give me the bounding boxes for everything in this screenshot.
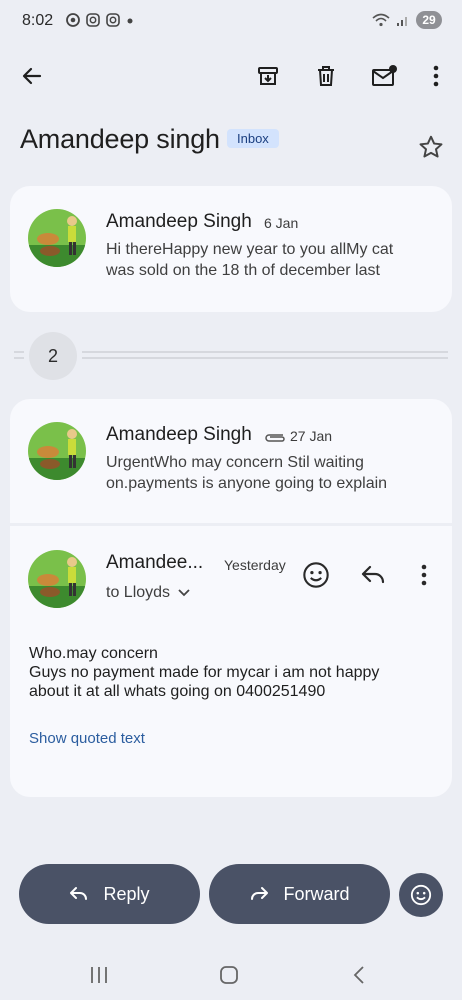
notification-dot-icon [127, 18, 133, 24]
divider-line [82, 357, 448, 359]
message-body: Who.may concern Guys no payment made for… [29, 645, 380, 700]
toolbar [0, 56, 462, 96]
battery-indicator: 29 [416, 11, 442, 29]
mark-unread-button[interactable] [366, 58, 402, 94]
back-nav-button[interactable] [344, 963, 374, 987]
recipient-toggle[interactable]: to Lloyds [106, 584, 190, 602]
recipient-label: to Lloyds [106, 584, 171, 601]
archive-button[interactable] [250, 58, 286, 94]
inbox-label[interactable]: Inbox [227, 129, 279, 148]
trash-icon [318, 66, 334, 86]
reply-label: Reply [103, 883, 150, 904]
sender-name: Amandee... [106, 552, 204, 573]
avatar [28, 550, 86, 608]
snippet-line: Hi thereHappy new year to you allMy cat [106, 241, 394, 258]
instagram-icon [106, 13, 120, 27]
reply-icon [361, 565, 385, 584]
avatar [28, 422, 86, 480]
snippet-line: on.payments is anyone going to explain [106, 475, 388, 492]
message-date: Yesterday [224, 557, 286, 573]
instagram-icon [86, 13, 100, 27]
message-more-button[interactable] [421, 564, 435, 590]
sender-name: Amandeep Singh [106, 211, 252, 232]
avatar-image [28, 422, 86, 480]
home-button[interactable] [214, 963, 244, 987]
reply-action-button[interactable]: Reply [19, 864, 200, 924]
subject-row: Amandeep singh Inbox [20, 118, 448, 164]
emoji-icon [303, 562, 329, 588]
avatar-image [28, 550, 86, 608]
recent-apps-button[interactable] [84, 963, 114, 987]
expanded-message: Amandee... Yesterday to Lloyds Who.may c… [10, 526, 452, 797]
collapsed-messages[interactable]: 2 [14, 330, 448, 380]
forward-action-button[interactable]: Forward [209, 864, 390, 924]
back-arrow-icon [22, 67, 42, 85]
star-icon [419, 135, 443, 158]
status-right: 29 [372, 11, 442, 29]
system-nav-bar [0, 950, 462, 1000]
message-date: 6 Jan [264, 215, 299, 231]
thread-subject: Amandeep singh [20, 124, 220, 154]
forward-label: Forward [283, 883, 350, 904]
delete-button[interactable] [308, 58, 344, 94]
message-date: 27 Jan [290, 428, 333, 444]
message-card[interactable]: Amandeep Singh 6 Jan Hi thereHappy new y… [10, 186, 452, 312]
message-snippet: Hi thereHappy new year to you allMy cat … [106, 239, 393, 281]
snippet-line: was sold on the 18 th of december last [106, 262, 380, 279]
signal-icon [397, 17, 407, 26]
more-vertical-icon [433, 65, 439, 87]
status-time: 8:02 [22, 12, 54, 29]
home-icon [220, 966, 238, 984]
status-bar: 8:02 29 [0, 0, 462, 44]
archive-icon [258, 67, 278, 85]
attachment-icon [265, 434, 285, 442]
avatar-image [28, 209, 86, 267]
star-button[interactable] [418, 134, 448, 164]
divider-line [14, 351, 24, 353]
show-quoted-text-link[interactable]: Show quoted text [29, 730, 145, 747]
emoji-icon [410, 884, 432, 906]
avatar [28, 209, 86, 267]
message-card[interactable]: Amandeep Singh 27 Jan UrgentWho may conc… [10, 399, 452, 523]
more-vertical-icon [421, 564, 427, 586]
divider-line [14, 357, 24, 359]
back-button[interactable] [14, 58, 50, 94]
reply-button[interactable] [360, 563, 390, 593]
chevron-down-icon [178, 589, 190, 597]
notification-icons [66, 13, 134, 27]
react-emoji-button[interactable] [302, 561, 332, 591]
snippet-line: UrgentWho may concern Stil waiting [106, 454, 364, 471]
sender-name: Amandeep Singh [106, 424, 252, 445]
emoji-reaction-button[interactable] [399, 873, 443, 917]
divider-line [82, 351, 448, 353]
chrome-icon [66, 13, 80, 27]
more-options-button[interactable] [418, 58, 454, 94]
wifi-icon [372, 13, 390, 27]
recent-apps-icon [91, 967, 107, 983]
forward-icon [251, 887, 269, 900]
message-snippet: UrgentWho may concern Stil waiting on.pa… [106, 452, 387, 494]
reply-icon [70, 887, 88, 900]
collapsed-count[interactable]: 2 [29, 332, 77, 380]
back-chevron-icon [353, 966, 364, 984]
mail-unread-icon [372, 65, 397, 86]
